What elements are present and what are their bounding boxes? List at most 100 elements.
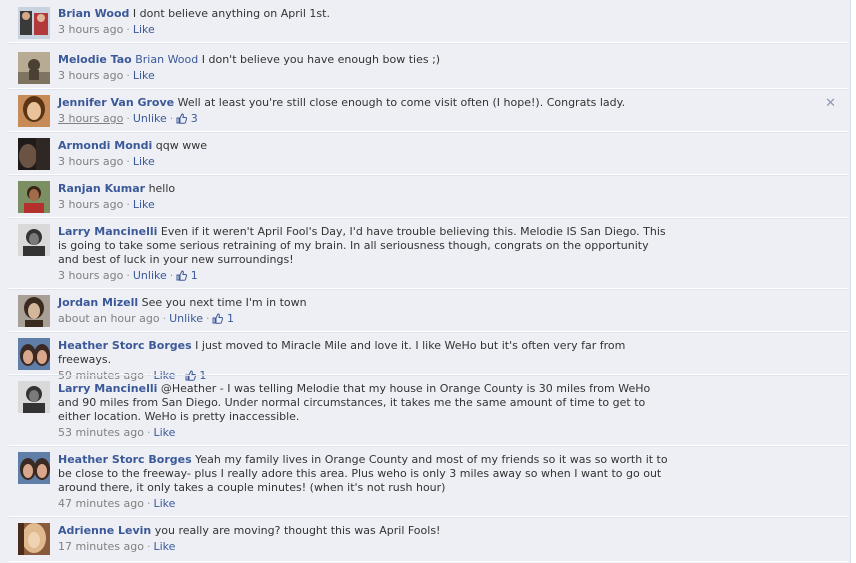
- comment-item: Armondi Mondi qqw wwe 3 hours ago · Like: [9, 132, 848, 176]
- comment-body: Adrienne Levin you really are moving? th…: [58, 524, 668, 554]
- comment-body: Armondi Mondi qqw wwe 3 hours ago · Like: [58, 139, 668, 169]
- comment-meta: 17 minutes ago · Like: [58, 540, 668, 554]
- comment-timestamp[interactable]: 3 hours ago: [58, 23, 123, 36]
- comment-timestamp[interactable]: 17 minutes ago: [58, 540, 144, 553]
- comment-body: Ranjan Kumar hello 3 hours ago · Like: [58, 182, 668, 212]
- comment-timestamp[interactable]: 3 hours ago: [58, 269, 123, 282]
- comment-body: Heather Storc Borges Yeah my family live…: [58, 453, 668, 511]
- comment-text: I dont believe anything on April 1st.: [132, 7, 330, 20]
- avatar[interactable]: [18, 452, 50, 484]
- avatar[interactable]: [18, 523, 50, 555]
- like-count[interactable]: 1: [212, 312, 234, 326]
- comment-item: Ranjan Kumar hello 3 hours ago · Like: [9, 175, 848, 219]
- comment-body: Brian Wood I dont believe anything on Ap…: [58, 7, 668, 37]
- comment-author[interactable]: Larry Mancinelli: [58, 225, 157, 238]
- thumbs-up-icon: [212, 313, 224, 324]
- comment-timestamp[interactable]: 47 minutes ago: [58, 497, 144, 510]
- comment-author[interactable]: Heather Storc Borges: [58, 453, 192, 466]
- comment-item: Jordan Mizell See you next time I'm in t…: [9, 289, 848, 333]
- comment-item: Larry Mancinelli Even if it weren't Apri…: [9, 218, 848, 290]
- separator-dot: ·: [126, 112, 130, 125]
- comment-item: Heather Storc Borges I just moved to Mir…: [9, 332, 848, 382]
- comment-author[interactable]: Jennifer Van Grove: [58, 96, 174, 109]
- unlike-button[interactable]: Unlike: [169, 312, 203, 325]
- separator-dot: ·: [126, 69, 130, 82]
- like-button[interactable]: Like: [133, 69, 155, 82]
- avatar[interactable]: [18, 295, 50, 327]
- comment-item: Adrienne Levin you really are moving? th…: [9, 517, 848, 562]
- separator-dot: ·: [126, 23, 130, 36]
- thumbs-up-icon: [176, 113, 188, 124]
- comment-author[interactable]: Larry Mancinelli: [58, 382, 157, 395]
- separator-dot: ·: [126, 155, 130, 168]
- like-button[interactable]: Like: [153, 540, 175, 553]
- like-button[interactable]: Like: [133, 155, 155, 168]
- like-button[interactable]: Like: [133, 23, 155, 36]
- separator-dot: ·: [169, 112, 174, 125]
- comment-author[interactable]: Ranjan Kumar: [58, 182, 145, 195]
- avatar-image: [18, 7, 50, 39]
- like-button[interactable]: Like: [153, 497, 175, 510]
- comment-timestamp[interactable]: about an hour ago: [58, 312, 160, 325]
- comment-meta: 3 hours ago · Like: [58, 23, 668, 37]
- separator-dot: ·: [205, 312, 210, 325]
- separator-dot: ·: [126, 198, 130, 211]
- comment-body: Jennifer Van Grove Well at least you're …: [58, 96, 668, 126]
- close-icon[interactable]: ✕: [825, 97, 836, 110]
- comment-meta: 47 minutes ago · Like: [58, 497, 668, 511]
- comment-text: I don't believe you have enough bow ties…: [198, 53, 441, 66]
- like-button[interactable]: Like: [153, 426, 175, 439]
- comment-text: hello: [148, 182, 176, 195]
- avatar[interactable]: [18, 52, 50, 84]
- like-count-value: 1: [226, 312, 234, 325]
- avatar-image: [18, 338, 50, 370]
- like-count[interactable]: 3: [176, 112, 198, 126]
- comment-author[interactable]: Brian Wood: [58, 7, 129, 20]
- avatar-image: [18, 452, 50, 484]
- comment-text: you really are moving? thought this was …: [154, 524, 441, 537]
- avatar[interactable]: [18, 95, 50, 127]
- avatar-image: [18, 181, 50, 213]
- comment-author[interactable]: Adrienne Levin: [58, 524, 151, 537]
- comment-timestamp[interactable]: 3 hours ago: [58, 198, 123, 211]
- comment-item: Melodie Tao Brian Wood I don't believe y…: [9, 46, 848, 90]
- comment-item: Larry Mancinelli @Heather - I was tellin…: [9, 375, 848, 447]
- comment-author[interactable]: Melodie Tao: [58, 53, 132, 66]
- avatar[interactable]: [18, 181, 50, 213]
- avatar-image: [18, 224, 50, 256]
- comment-author[interactable]: Jordan Mizell: [58, 296, 138, 309]
- unlike-button[interactable]: Unlike: [133, 269, 167, 282]
- comment-meta: 3 hours ago · Unlike · 3: [58, 112, 668, 126]
- avatar[interactable]: [18, 381, 50, 413]
- comments-panel: Brian Wood I dont believe anything on Ap…: [0, 0, 851, 563]
- comment-timestamp[interactable]: 3 hours ago: [58, 69, 123, 82]
- comment-text: See you next time I'm in town: [141, 296, 307, 309]
- comment-text: qqw wwe: [155, 139, 207, 152]
- thumbs-up-icon: [176, 270, 188, 281]
- avatar-image: [18, 523, 50, 555]
- comment-author[interactable]: Heather Storc Borges: [58, 339, 192, 352]
- comment-meta: 3 hours ago · Like: [58, 69, 668, 83]
- avatar[interactable]: [18, 7, 50, 39]
- comment-meta: 3 hours ago · Like: [58, 198, 668, 212]
- avatar[interactable]: [18, 338, 50, 370]
- comment-meta: 3 hours ago · Like: [58, 155, 668, 169]
- comment-timestamp[interactable]: 3 hours ago: [58, 112, 123, 125]
- separator-dot: ·: [169, 269, 174, 282]
- like-count[interactable]: 1: [176, 269, 198, 283]
- mention-link[interactable]: Brian Wood: [135, 53, 198, 66]
- comment-item: Jennifer Van Grove Well at least you're …: [9, 89, 848, 133]
- avatar-image: [18, 381, 50, 413]
- avatar-image: [18, 95, 50, 127]
- avatar-image: [18, 52, 50, 84]
- comment-author[interactable]: Armondi Mondi: [58, 139, 152, 152]
- avatar[interactable]: [18, 138, 50, 170]
- comment-timestamp[interactable]: 53 minutes ago: [58, 426, 144, 439]
- like-button[interactable]: Like: [133, 198, 155, 211]
- comment-timestamp[interactable]: 3 hours ago: [58, 155, 123, 168]
- like-count-value: 1: [190, 269, 198, 282]
- avatar[interactable]: [18, 224, 50, 256]
- comment-item: Brian Wood I dont believe anything on Ap…: [9, 0, 848, 44]
- unlike-button[interactable]: Unlike: [133, 112, 167, 125]
- comment-item: Heather Storc Borges Yeah my family live…: [9, 446, 848, 518]
